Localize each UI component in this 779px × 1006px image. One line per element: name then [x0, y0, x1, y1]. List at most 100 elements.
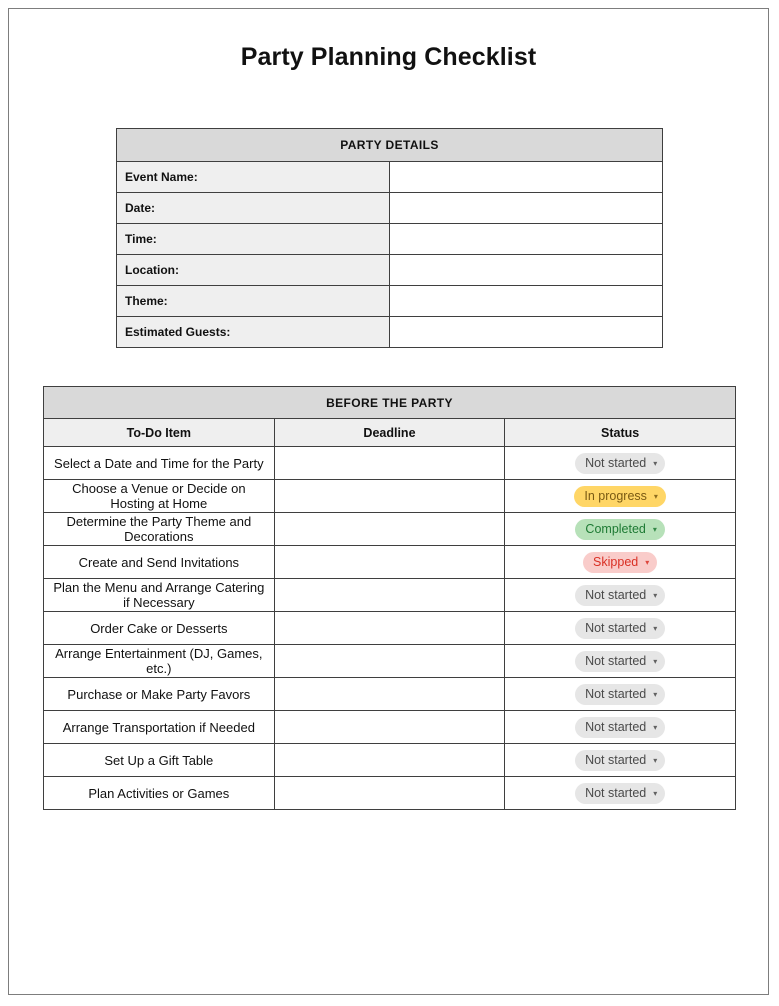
- chevron-down-icon: ▾: [653, 722, 658, 732]
- party-details-value-field[interactable]: [389, 285, 663, 317]
- chevron-down-icon: ▾: [653, 689, 658, 699]
- deadline-cell[interactable]: [273, 545, 506, 579]
- status-badge: Not started: [585, 785, 647, 800]
- status-badge: Not started: [585, 719, 647, 734]
- status-cell: Not started ▾: [504, 578, 736, 612]
- party-details-label: Time:: [116, 223, 390, 255]
- party-details-row: Theme:: [116, 285, 663, 317]
- status-badge: In progress: [584, 488, 647, 503]
- party-details-row: Time:: [116, 223, 663, 255]
- status-dropdown[interactable]: Not started ▾: [575, 584, 666, 606]
- party-details-header-row: PARTY DETAILS: [116, 128, 663, 162]
- document-page: Party Planning Checklist PARTY DETAILS E…: [8, 8, 769, 995]
- party-details-label: Theme:: [116, 285, 390, 317]
- party-details-label: Date:: [116, 192, 390, 224]
- checklist-column-header-row: To-Do Item Deadline Status: [43, 418, 736, 447]
- page-title: Party Planning Checklist: [240, 43, 537, 71]
- status-dropdown[interactable]: Skipped ▾: [583, 551, 658, 573]
- todo-item-cell: Arrange Entertainment (DJ, Games, etc.): [43, 644, 275, 678]
- column-header-deadline: Deadline: [273, 418, 506, 447]
- chevron-down-icon: ▾: [653, 656, 658, 666]
- party-details-body: PARTY DETAILS Event Name: Date: Time: Locat…: [116, 128, 663, 348]
- party-details-value-field[interactable]: [389, 161, 663, 193]
- chevron-down-icon: ▾: [653, 590, 658, 600]
- deadline-cell[interactable]: [273, 578, 506, 612]
- status-badge: Not started: [585, 620, 647, 635]
- column-header-todo: To-Do Item: [43, 418, 275, 447]
- status-dropdown[interactable]: Not started ▾: [575, 650, 666, 672]
- party-details-header: PARTY DETAILS: [116, 128, 663, 162]
- status-badge: Not started: [585, 752, 647, 767]
- status-cell: Not started ▾: [504, 611, 736, 645]
- table-row: Purchase or Make Party Favors Not started…: [43, 677, 736, 711]
- status-dropdown[interactable]: Not started ▾: [575, 782, 666, 804]
- table-row: Set Up a Gift Table Not started ▾: [43, 743, 736, 777]
- chevron-down-icon: ▾: [653, 788, 658, 798]
- status-cell: Not started ▾: [504, 677, 736, 711]
- deadline-cell[interactable]: [273, 644, 506, 678]
- status-badge: Not started: [585, 653, 647, 668]
- party-details-row: Date:: [116, 192, 663, 224]
- deadline-cell[interactable]: [273, 446, 506, 480]
- checklist-section-header-row: BEFORE THE PARTY: [43, 386, 736, 419]
- table-row: Arrange Transportation if Needed Not star…: [43, 710, 736, 744]
- status-cell: Not started ▾: [504, 446, 736, 480]
- todo-item-cell: Set Up a Gift Table: [43, 743, 275, 777]
- status-badge: Skipped: [593, 554, 639, 569]
- todo-item-cell: Choose a Venue or Decide on Hosting at H…: [43, 479, 275, 513]
- chevron-down-icon: ▾: [653, 755, 658, 765]
- status-dropdown[interactable]: Not started ▾: [575, 617, 666, 639]
- chevron-down-icon: ▾: [652, 524, 657, 534]
- checklist-table: BEFORE THE PARTY To-Do Item Deadline Sta…: [43, 386, 736, 810]
- todo-item-cell: Order Cake or Desserts: [43, 611, 275, 645]
- status-dropdown[interactable]: Completed ▾: [575, 518, 665, 540]
- table-row: Plan Activities or Games Not started ▾: [43, 776, 736, 810]
- status-dropdown[interactable]: Not started ▾: [575, 716, 666, 738]
- status-cell: Not started ▾: [504, 743, 736, 777]
- status-badge: Not started: [585, 686, 647, 701]
- deadline-cell[interactable]: [273, 479, 506, 513]
- chevron-down-icon: ▾: [653, 491, 658, 501]
- deadline-cell[interactable]: [273, 776, 506, 810]
- status-badge: Completed: [585, 521, 646, 536]
- todo-item-cell: Purchase or Make Party Favors: [43, 677, 275, 711]
- status-dropdown[interactable]: In progress ▾: [574, 485, 666, 507]
- column-header-status: Status: [504, 418, 736, 447]
- table-row: Arrange Entertainment (DJ, Games, etc.) N…: [43, 644, 736, 678]
- deadline-cell[interactable]: [273, 512, 506, 546]
- status-cell: Not started ▾: [504, 776, 736, 810]
- todo-item-cell: Plan the Menu and Arrange Catering if Ne…: [43, 578, 275, 612]
- party-details-row: Location:: [116, 254, 663, 286]
- party-details-label: Estimated Guests:: [116, 316, 390, 348]
- todo-item-cell: Create and Send Invitations: [43, 545, 275, 579]
- status-cell: Not started ▾: [504, 710, 736, 744]
- deadline-cell[interactable]: [273, 611, 506, 645]
- party-details-row: Event Name:: [116, 161, 663, 193]
- status-cell: Not started ▾: [504, 644, 736, 678]
- status-dropdown[interactable]: Not started ▾: [575, 683, 666, 705]
- table-row: Create and Send Invitations Skipped ▾: [43, 545, 736, 579]
- checklist-body: BEFORE THE PARTY To-Do Item Deadline Sta…: [43, 386, 736, 810]
- party-details-label: Location:: [116, 254, 390, 286]
- table-row: Determine the Party Theme and Decoration…: [43, 512, 736, 546]
- table-row: Select a Date and Time for the Party Not …: [43, 446, 736, 480]
- status-cell: Skipped ▾: [504, 545, 736, 579]
- status-cell: In progress ▾: [504, 479, 736, 513]
- deadline-cell[interactable]: [273, 677, 506, 711]
- deadline-cell[interactable]: [273, 710, 506, 744]
- party-details-row: Estimated Guests:: [116, 316, 663, 348]
- status-badge: Not started: [585, 587, 647, 602]
- status-dropdown[interactable]: Not started ▾: [575, 452, 666, 474]
- deadline-cell[interactable]: [273, 743, 506, 777]
- todo-item-cell: Plan Activities or Games: [43, 776, 275, 810]
- party-details-value-field[interactable]: [389, 254, 663, 286]
- table-row: Choose a Venue or Decide on Hosting at H…: [43, 479, 736, 513]
- party-details-value-field[interactable]: [389, 316, 663, 348]
- checklist-section-header: BEFORE THE PARTY: [43, 386, 736, 419]
- party-details-value-field[interactable]: [389, 223, 663, 255]
- chevron-down-icon: ▾: [653, 623, 658, 633]
- todo-item-cell: Arrange Transportation if Needed: [43, 710, 275, 744]
- chevron-down-icon: ▾: [653, 458, 658, 468]
- party-details-value-field[interactable]: [389, 192, 663, 224]
- status-dropdown[interactable]: Not started ▾: [575, 749, 666, 771]
